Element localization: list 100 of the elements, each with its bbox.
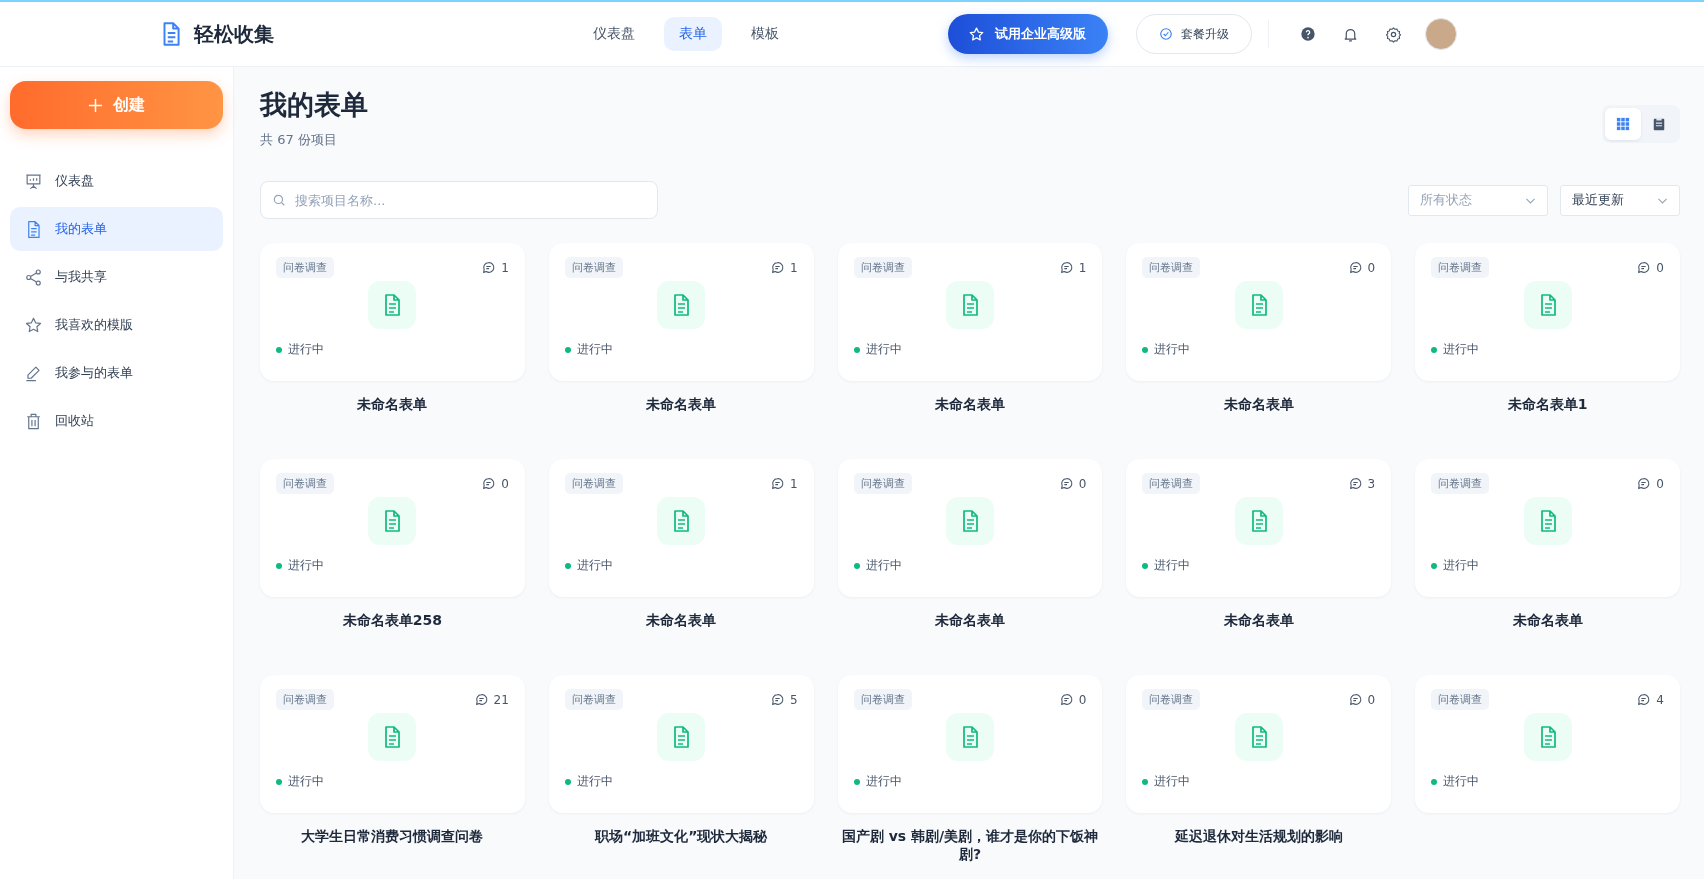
status-label: 进行中 (1443, 773, 1480, 790)
sidebar-item[interactable]: 我参与的表单 (10, 351, 223, 395)
comment-icon (770, 477, 784, 490)
form-icon (946, 281, 994, 329)
form-card[interactable]: 问卷调查 1 进行中 (837, 243, 1103, 381)
form-card[interactable]: 问卷调查 1 进行中 (548, 459, 814, 597)
status-dot (564, 778, 571, 785)
form-card[interactable]: 问卷调查 0 进行中 (837, 675, 1103, 813)
form-title: 延迟退休对生活规划的影响 (1174, 828, 1343, 846)
form-card[interactable]: 问卷调查 3 进行中 (1126, 459, 1392, 597)
form-card[interactable]: 问卷调查 1 进行中 (548, 243, 814, 381)
status-dot (276, 778, 282, 785)
form-card[interactable]: 问卷调查 0 进行中 (1415, 243, 1680, 381)
sidebar-item[interactable]: 仪表盘 (10, 159, 223, 203)
form-type-tag: 问卷调查 (564, 473, 623, 494)
nav-tab[interactable]: 仪表盘 (578, 17, 650, 51)
star-icon (24, 315, 43, 335)
status-label: 进行中 (865, 341, 902, 358)
comment-count: 3 (1367, 476, 1376, 491)
help-icon[interactable] (1300, 26, 1316, 42)
form-type-tag: 问卷调查 (1431, 473, 1490, 494)
form-card[interactable]: 问卷调查 0 进行中 (1126, 675, 1392, 813)
form-icon (1523, 713, 1572, 761)
form-card[interactable]: 问卷调查 0 进行中 (260, 459, 525, 597)
comment-icon (482, 261, 496, 274)
trial-button[interactable]: 试用企业高级版 (948, 14, 1108, 54)
comment-count: 1 (789, 476, 798, 491)
form-card[interactable]: 问卷调查 4 进行中 (1415, 675, 1680, 813)
sidebar-item[interactable]: 与我共享 (10, 255, 223, 299)
search-field[interactable]: 搜索项目名称... (260, 181, 658, 219)
comment-icon (1059, 261, 1073, 274)
status-dot (1142, 346, 1149, 353)
form-title: 未命名表单 (1223, 396, 1294, 414)
clipboard-icon (1652, 117, 1666, 131)
form-title: 未命名表单 (1512, 612, 1583, 630)
form-icon (1234, 497, 1283, 545)
comment-count: 1 (501, 260, 509, 275)
form-icon (946, 713, 994, 761)
comment-count: 0 (1367, 692, 1376, 707)
form-card[interactable]: 问卷调查 21 进行中 (260, 675, 525, 813)
status-dot (1431, 346, 1438, 353)
form-type-tag: 问卷调查 (853, 473, 912, 494)
comment-count: 4 (1656, 692, 1664, 707)
form-icon (1234, 713, 1283, 761)
form-icon (368, 281, 417, 329)
status-label: 进行中 (288, 341, 324, 358)
filter-dropdown[interactable]: 最近更新 (1560, 184, 1680, 216)
share-icon (24, 267, 43, 287)
grid-view-button[interactable] (1605, 108, 1641, 140)
form-type-tag: 问卷调查 (276, 473, 334, 494)
comment-count: 0 (1367, 260, 1376, 275)
comment-icon (1059, 477, 1073, 490)
form-icon (657, 713, 706, 761)
form-card[interactable]: 问卷调查 0 进行中 (1415, 459, 1680, 597)
sidebar-item[interactable]: 我的表单 (10, 207, 223, 251)
status-dot (853, 346, 860, 353)
form-title: 职场“加班文化”现状大揭秘 (595, 828, 768, 846)
status-label: 进行中 (288, 557, 324, 574)
status-dot (564, 346, 571, 353)
form-title: 未命名表单 (1223, 612, 1294, 630)
form-card[interactable]: 问卷调查 1 进行中 (260, 243, 525, 381)
star-icon (968, 25, 985, 43)
form-type-tag: 问卷调查 (564, 689, 623, 710)
status-label: 进行中 (576, 557, 613, 574)
form-card[interactable]: 问卷调查 5 进行中 (548, 675, 814, 813)
page-title: 我的表单 (260, 88, 368, 122)
status-label: 进行中 (1154, 773, 1191, 790)
status-dot (564, 562, 571, 569)
form-card[interactable]: 问卷调查 0 进行中 (837, 459, 1103, 597)
comment-count: 0 (1656, 476, 1664, 491)
form-type-tag: 问卷调查 (564, 257, 623, 278)
form-title: 未命名表单 (646, 396, 717, 414)
nav-tab[interactable]: 表单 (664, 17, 722, 51)
form-icon (1523, 281, 1572, 329)
comment-count: 1 (1078, 260, 1087, 275)
form-card[interactable]: 问卷调查 0 进行中 (1126, 243, 1392, 381)
sidebar-item[interactable]: 我喜欢的模版 (10, 303, 223, 347)
comment-count: 0 (1078, 476, 1087, 491)
comment-count: 21 (493, 692, 509, 707)
form-title: 未命名表单 (646, 612, 717, 630)
status-dot (276, 346, 282, 353)
status-dot (1142, 778, 1149, 785)
status-label: 进行中 (1443, 341, 1480, 358)
settings-icon[interactable] (1385, 25, 1402, 43)
plus-icon (88, 97, 103, 113)
form-type-tag: 问卷调查 (1142, 257, 1201, 278)
sidebar-item[interactable]: 回收站 (10, 399, 223, 443)
comment-count: 5 (789, 692, 798, 707)
upgrade-button[interactable]: 套餐升级 (1136, 14, 1252, 54)
form-icon (946, 497, 994, 545)
form-type-tag: 问卷调查 (1142, 689, 1201, 710)
check-circle-icon (1159, 27, 1173, 41)
form-type-tag: 问卷调查 (276, 689, 334, 710)
comment-icon (770, 261, 784, 274)
status-label: 进行中 (576, 341, 613, 358)
comment-icon (482, 477, 496, 490)
nav-tab[interactable]: 模板 (736, 17, 794, 51)
form-type-tag: 问卷调查 (853, 689, 912, 710)
form-type-tag: 问卷调查 (1431, 689, 1490, 710)
comment-icon (1637, 477, 1651, 490)
